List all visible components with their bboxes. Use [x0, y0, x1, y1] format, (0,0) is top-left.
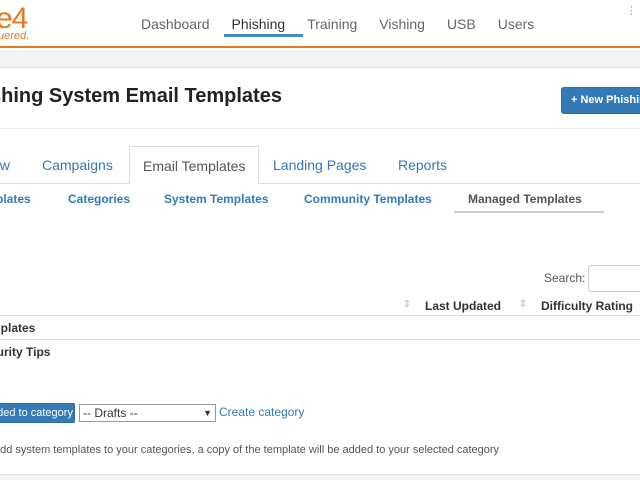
main-tabs: ew Campaigns Email Templates Landing Pag… [0, 146, 640, 185]
logo-tagline: uered. [0, 30, 30, 42]
sort-icon[interactable]: ⇕ [403, 299, 411, 310]
column-difficulty-rating[interactable]: Difficulty Rating [541, 299, 633, 313]
subtab-managed-templates[interactable]: Managed Templates [468, 192, 582, 206]
search-label: Search: [544, 271, 586, 285]
help-text: add system templates to your categories,… [0, 444, 500, 456]
nav-dashboard[interactable]: Dashboard [130, 0, 221, 46]
category-select-value: -- Drafts -- [83, 406, 138, 420]
sort-icon[interactable]: ⇕ [519, 299, 527, 310]
chevron-down-icon: ▼ [203, 408, 212, 418]
new-phishing-button[interactable]: + New Phishin [561, 87, 640, 114]
tab-landing-pages[interactable]: Landing Pages [273, 146, 366, 184]
subtab-system-templates[interactable]: System Templates [164, 192, 269, 206]
divider [0, 128, 640, 129]
nav-active-indicator [224, 34, 303, 37]
subtab-categories[interactable]: Categories [68, 192, 130, 206]
row-label: curity Tips [0, 345, 51, 359]
sub-tabs: plates Categories System Templates Commu… [0, 184, 640, 214]
nav-vishing[interactable]: Vishing [368, 0, 436, 46]
tab-reports[interactable]: Reports [398, 146, 447, 184]
nav-usb[interactable]: USB [436, 0, 487, 46]
subtab-templates[interactable]: plates [0, 192, 31, 206]
main-nav: Dashboard Phishing Training Vishing USB … [130, 0, 545, 46]
nav-training[interactable]: Training [296, 0, 368, 46]
add-to-category-button[interactable]: dded to category [0, 403, 75, 423]
tab-email-templates[interactable]: Email Templates [129, 146, 260, 185]
search-input[interactable] [588, 265, 640, 292]
footer-divider [0, 474, 640, 480]
tab-overview[interactable]: ew [0, 146, 10, 184]
row-label: mplates [0, 321, 36, 335]
table-row[interactable]: mplates [0, 317, 640, 340]
table-row[interactable]: curity Tips [0, 341, 640, 363]
nav-phishing[interactable]: Phishing [221, 0, 297, 46]
subtab-active-indicator [454, 211, 604, 213]
header-spacer [0, 50, 640, 68]
nav-users[interactable]: Users [487, 0, 546, 46]
tab-campaigns[interactable]: Campaigns [42, 146, 113, 184]
category-select[interactable]: -- Drafts -- ▼ [79, 404, 216, 422]
table-header: ⇕ Last Updated ⇕ Difficulty Rating [0, 296, 640, 316]
create-category-link[interactable]: Create category [219, 405, 304, 419]
top-navbar: e4 uered. Dashboard Phishing Training Vi… [0, 0, 640, 48]
page-title: shing System Email Templates [0, 85, 282, 107]
header-menu-icon[interactable]: ⋮ [626, 4, 637, 17]
subtab-community-templates[interactable]: Community Templates [304, 192, 432, 206]
column-last-updated[interactable]: Last Updated [425, 299, 501, 313]
